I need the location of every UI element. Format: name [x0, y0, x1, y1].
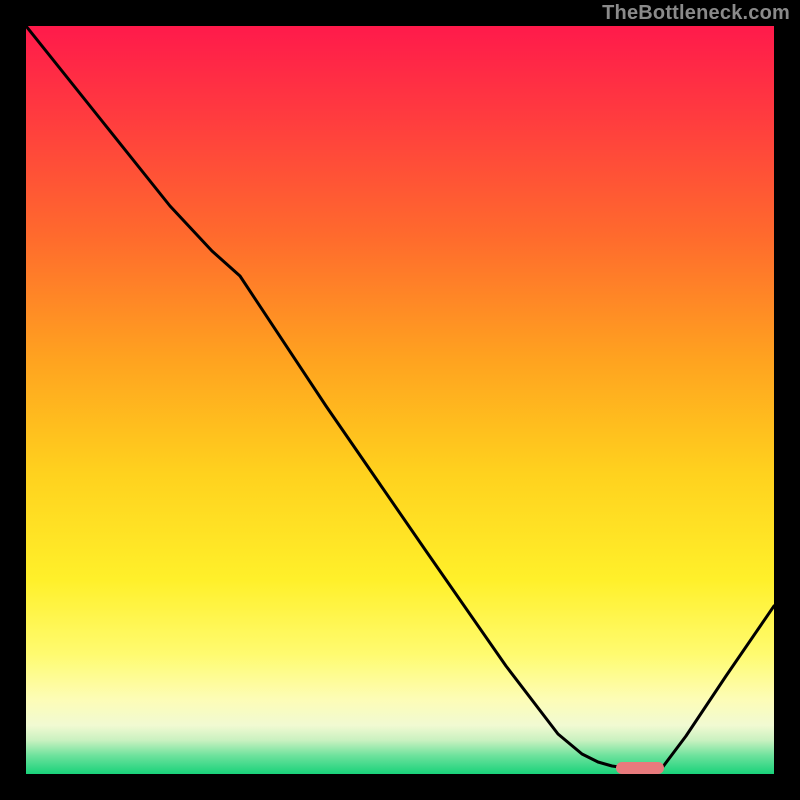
watermark-text: TheBottleneck.com: [602, 2, 790, 25]
chart-frame: TheBottleneck.com: [0, 0, 800, 800]
bottleneck-curve: [26, 26, 774, 774]
optimum-marker: [616, 762, 664, 774]
plot-area: [26, 26, 774, 774]
